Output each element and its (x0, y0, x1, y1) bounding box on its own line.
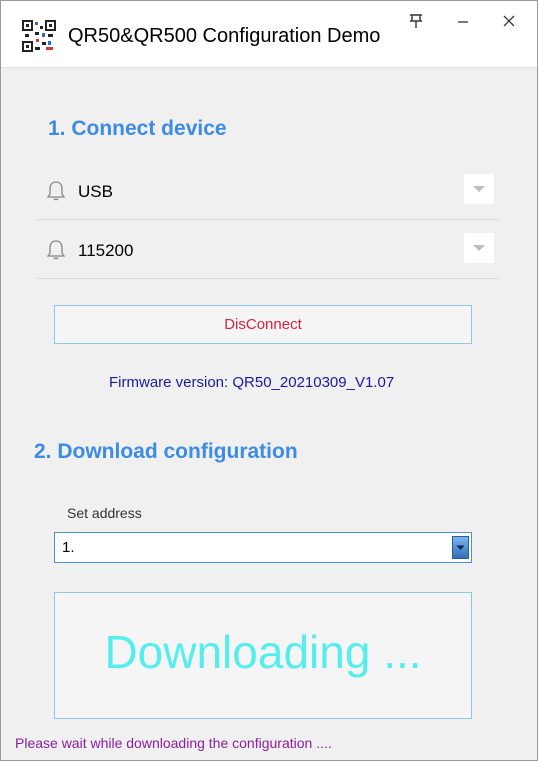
baud-rate-value: 115200 (78, 241, 134, 260)
close-icon (503, 15, 515, 27)
chevron-down-icon (473, 186, 485, 192)
address-dropdown-button[interactable] (452, 536, 469, 559)
minimize-button[interactable] (448, 7, 478, 35)
disconnect-button[interactable]: DisConnect (54, 305, 472, 344)
bell-icon (46, 240, 66, 260)
status-message: Please wait while downloading the config… (15, 735, 332, 751)
download-progress-panel: Downloading ... (54, 592, 472, 719)
port-value: USB (78, 182, 113, 201)
download-configuration-heading: 2. Download configuration (34, 440, 298, 463)
firmware-version: Firmware version: QR50_20210309_V1.07 (109, 374, 395, 391)
window-title: QR50&QR500 Configuration Demo (68, 25, 381, 47)
pin-button[interactable] (401, 7, 431, 35)
set-address-label: Set address (67, 505, 142, 521)
minimize-icon (458, 21, 468, 23)
port-select[interactable]: USB (37, 161, 498, 220)
downloading-text: Downloading ... (104, 626, 422, 678)
address-value: 1. (62, 539, 75, 556)
chevron-down-icon (473, 245, 485, 251)
title-bar: QR50&QR500 Configuration Demo (1, 1, 537, 68)
baud-rate-select[interactable]: 115200 (37, 220, 498, 279)
baud-rate-dropdown-button[interactable] (464, 233, 494, 263)
chevron-down-icon (456, 545, 465, 550)
port-dropdown-button[interactable] (464, 174, 494, 204)
connect-device-heading: 1. Connect device (48, 117, 227, 140)
app-window: QR50&QR500 Configuration Demo 1. Connect… (0, 0, 538, 761)
pin-icon (410, 14, 422, 28)
bell-icon (46, 181, 66, 201)
address-select[interactable]: 1. (54, 532, 472, 563)
qr-code-icon (22, 20, 56, 52)
close-button[interactable] (494, 7, 524, 35)
